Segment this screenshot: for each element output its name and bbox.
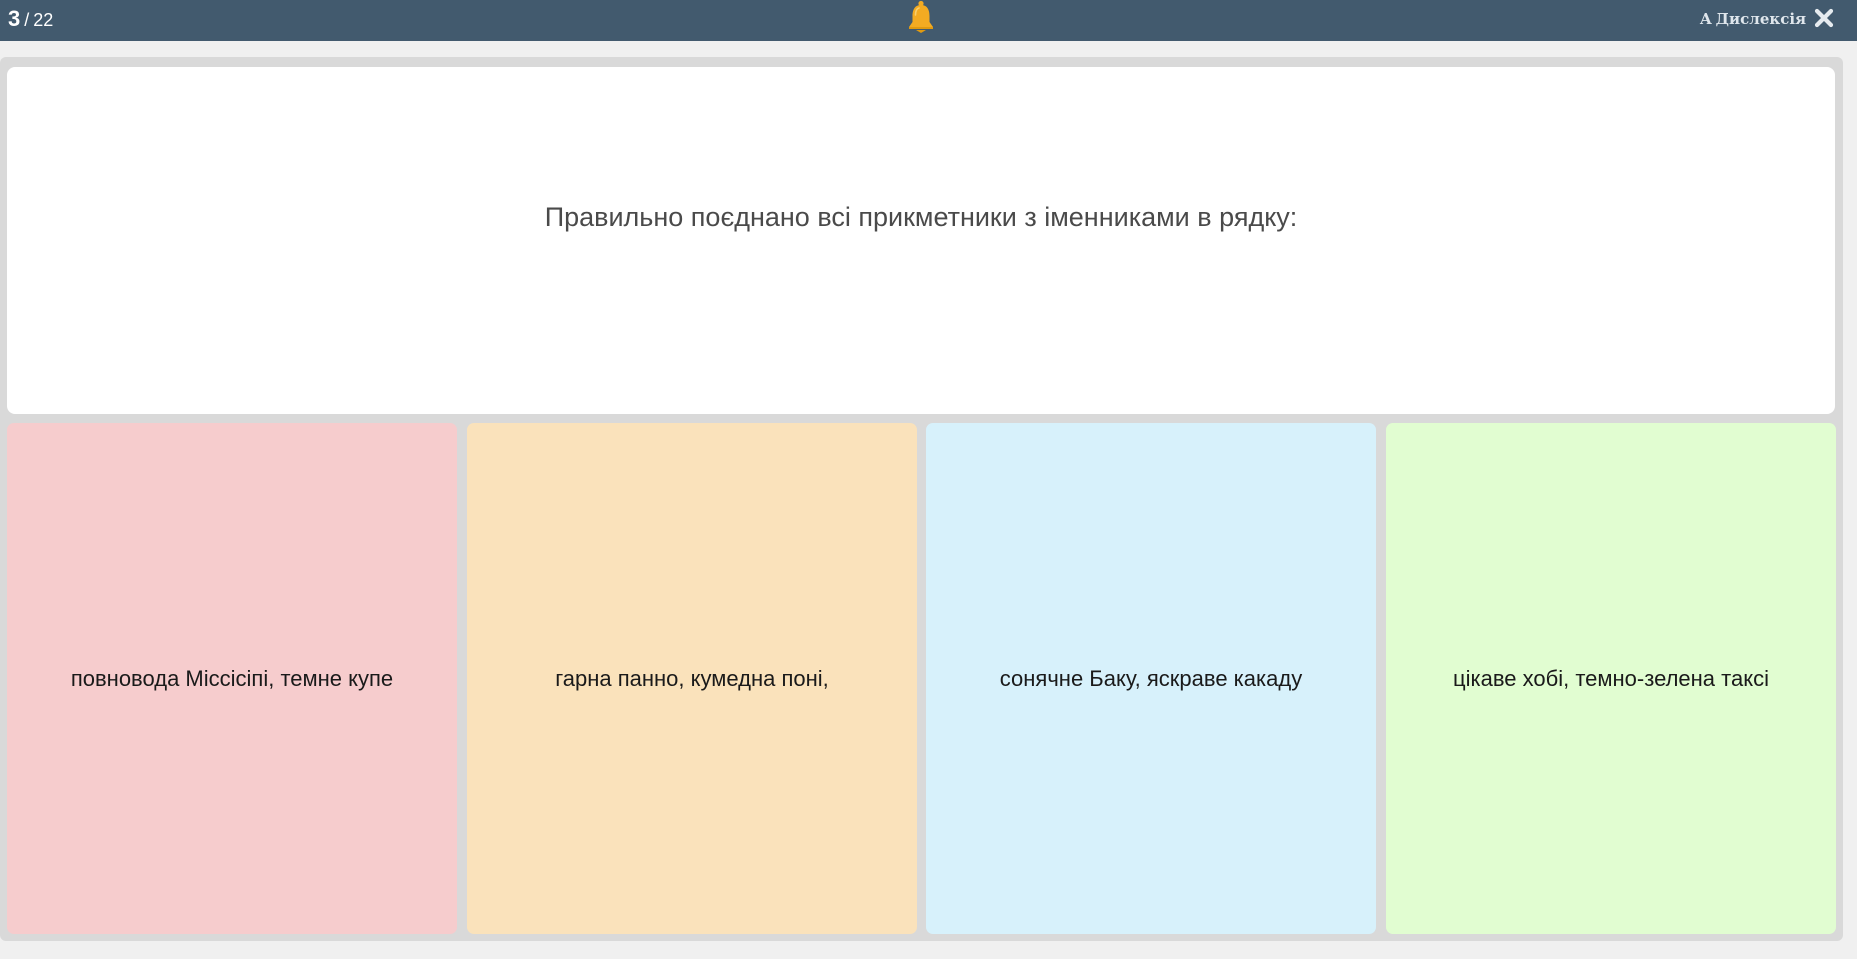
answer-option-text: гарна панно, кумедна поні,: [555, 665, 829, 691]
quiz-stage: Правильно поєднано всі прикметники з іме…: [0, 57, 1843, 941]
total-questions: 22: [33, 10, 54, 30]
dyslexia-glyph-icon: A: [1700, 10, 1712, 28]
close-button[interactable]: [1812, 5, 1836, 31]
answer-option-1[interactable]: повновода Міссісіпі, темне купе: [7, 423, 457, 934]
counter-separator: /: [24, 10, 30, 30]
answer-option-3[interactable]: сонячне Баку, яскраве какаду: [926, 423, 1376, 934]
dyslexia-label: Дислексія: [1715, 10, 1807, 28]
answer-option-text: цікаве хобі, темно-зелена таксі: [1453, 665, 1769, 691]
top-bar: 3 / 22 A Дислексія: [0, 0, 1857, 41]
question-counter: 3 / 22: [8, 6, 53, 34]
answer-options: повновода Міссісіпі, темне купе гарна па…: [7, 423, 1836, 934]
answer-option-text: повновода Міссісіпі, темне купе: [70, 665, 394, 691]
answer-option-text: сонячне Баку, яскраве какаду: [999, 665, 1303, 691]
dyslexia-toggle[interactable]: A Дислексія: [1700, 8, 1806, 30]
answer-option-2[interactable]: гарна панно, кумедна поні,: [467, 423, 917, 934]
question-text: Правильно поєднано всі прикметники з іме…: [544, 202, 1298, 232]
answer-option-4[interactable]: цікаве хобі, темно-зелена таксі: [1386, 423, 1836, 934]
close-icon: [1814, 8, 1834, 28]
question-card: Правильно поєднано всі прикметники з іме…: [7, 67, 1835, 414]
bell-icon: [905, 0, 937, 36]
current-question-number: 3: [8, 6, 21, 31]
